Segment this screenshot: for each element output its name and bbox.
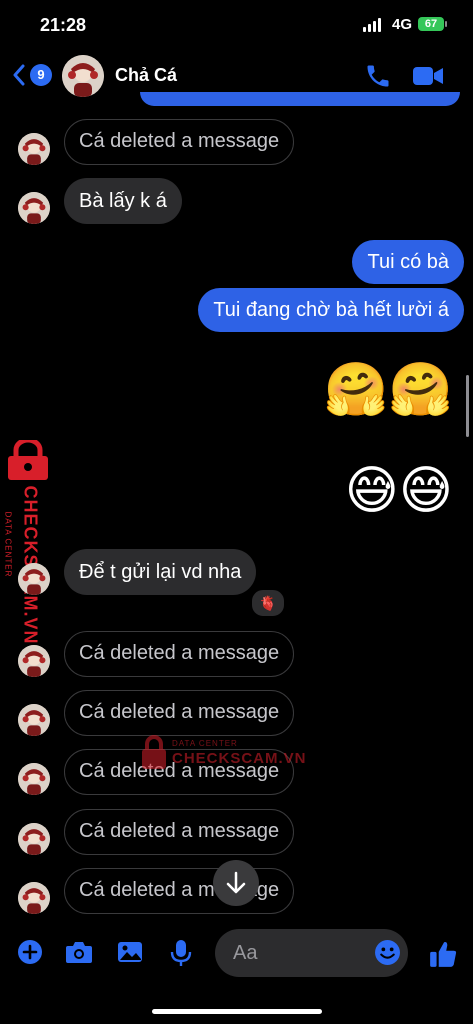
status-bar: 21:28 4G 67 xyxy=(0,0,473,50)
arrow-down-icon xyxy=(226,871,246,894)
sender-avatar[interactable] xyxy=(18,563,50,595)
contact-name[interactable]: Chả Cá xyxy=(115,65,177,86)
signal-icon xyxy=(363,18,383,32)
watermark-subtitle: DATA CENTER xyxy=(3,511,13,578)
sender-avatar[interactable] xyxy=(18,763,50,795)
lock-icon xyxy=(8,437,48,480)
emoji-message[interactable]: 🤗🤗 xyxy=(324,360,454,420)
scrollbar[interactable] xyxy=(466,375,469,437)
contact-avatar[interactable] xyxy=(62,55,104,97)
deleted-message[interactable]: Cá deleted a message xyxy=(64,631,295,677)
deleted-message[interactable]: Cá deleted a message xyxy=(64,809,295,855)
battery-nub xyxy=(445,21,447,27)
microphone-icon[interactable] xyxy=(170,939,192,967)
back-chevron-icon xyxy=(13,64,25,86)
video-camera-icon[interactable] xyxy=(412,64,444,88)
plus-icon[interactable] xyxy=(17,939,43,965)
scroll-to-bottom-button[interactable] xyxy=(213,860,259,906)
sender-avatar[interactable] xyxy=(18,133,50,165)
emoji-message[interactable]: 😅😅 xyxy=(345,461,453,521)
smiley-icon[interactable] xyxy=(374,939,401,966)
sender-avatar[interactable] xyxy=(18,645,50,677)
partial-message-bubble xyxy=(140,92,460,106)
watermark-subtitle: DATA CENTER xyxy=(172,739,238,748)
battery-icon: 67 xyxy=(418,17,444,31)
deleted-message[interactable]: Cá deleted a message xyxy=(64,690,295,736)
message-reaction[interactable]: 🫀 xyxy=(250,588,286,618)
received-message[interactable]: Bà lấy k á xyxy=(64,178,182,224)
image-icon[interactable] xyxy=(117,939,143,965)
sender-avatar[interactable] xyxy=(18,704,50,736)
sent-message[interactable]: Tui đang chờ bà hết lười á xyxy=(198,288,464,332)
network-type: 4G xyxy=(392,16,413,33)
watermark-checkscam: DATA CENTER CHECKSCAM.VN xyxy=(3,437,53,645)
back-button[interactable]: 9 xyxy=(12,60,52,90)
status-time: 21:28 xyxy=(40,15,87,35)
home-indicator[interactable] xyxy=(152,1009,322,1014)
deleted-message[interactable]: Cá deleted a message xyxy=(64,749,295,795)
deleted-message[interactable]: Cá deleted a message xyxy=(64,868,295,914)
deleted-message[interactable]: Cá deleted a message xyxy=(64,119,295,165)
received-message[interactable]: Để t gửi lại vd nha xyxy=(64,549,257,595)
camera-icon[interactable] xyxy=(65,939,93,965)
sender-avatar[interactable] xyxy=(18,882,50,914)
message-composer xyxy=(0,926,473,986)
sender-avatar[interactable] xyxy=(18,823,50,855)
thumbs-up-icon[interactable] xyxy=(428,939,458,969)
sender-avatar[interactable] xyxy=(18,192,50,224)
unread-badge: 9 xyxy=(30,64,52,86)
sent-message[interactable]: Tui có bà xyxy=(352,240,464,284)
phone-icon[interactable] xyxy=(364,62,392,90)
